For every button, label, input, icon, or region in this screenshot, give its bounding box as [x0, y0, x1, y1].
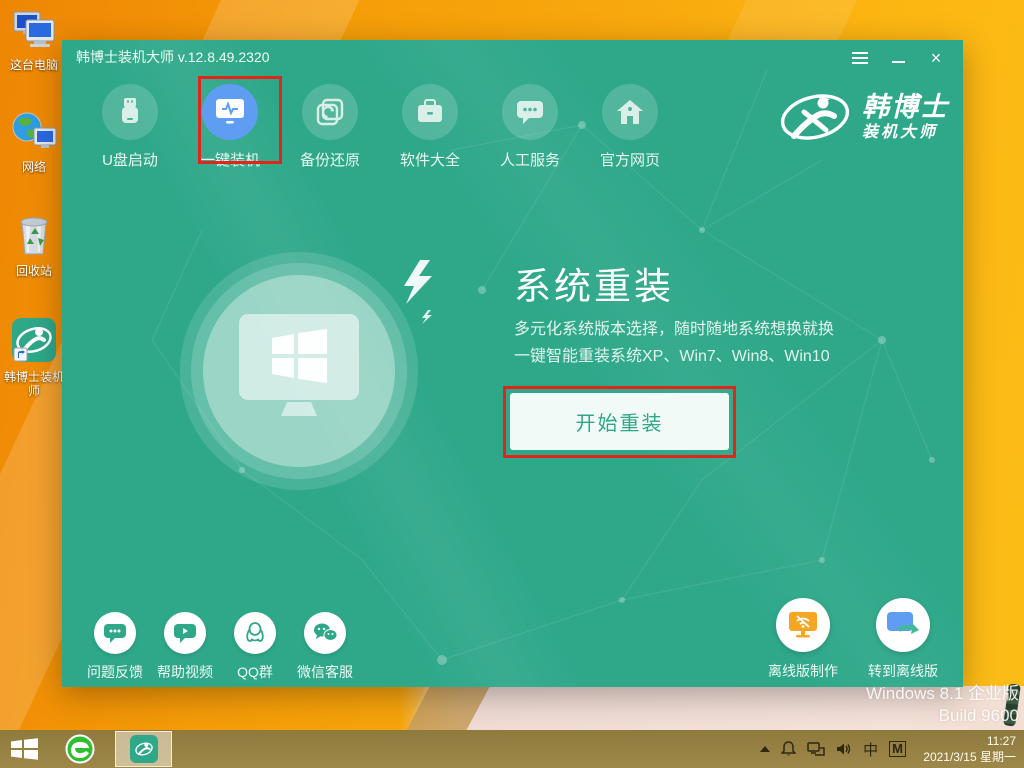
qq-penguin-icon [234, 612, 276, 654]
watermark-line1: Windows 8.1 企业版 [866, 683, 1019, 705]
ime-language-indicator[interactable]: 中 [863, 739, 878, 760]
start-button[interactable] [10, 737, 40, 761]
footer-label: 问题反馈 [80, 662, 150, 682]
volume-icon[interactable] [836, 742, 852, 756]
nav-label: U盘启动 [80, 149, 180, 170]
windows-monitor-icon [239, 314, 359, 426]
wechat-icon [304, 612, 346, 654]
briefcase-icon [402, 84, 458, 140]
desktop-icon-network[interactable]: 网络 [2, 110, 66, 174]
ime-mode-indicator[interactable]: M [889, 741, 906, 757]
video-bubble-icon [164, 612, 206, 654]
nav-item-one-click-install[interactable]: 一键装机 [180, 84, 280, 170]
hero-description: 多元化系统版本选择，随时随地系统想换就换 一键智能重装系统XP、Win7、Win… [514, 316, 834, 370]
network-icon [10, 141, 58, 158]
desktop-icon-label: 网络 [2, 160, 66, 174]
recycle-bin-icon [10, 245, 58, 262]
nav-label: 备份还原 [280, 149, 380, 170]
taskbar-app-hanboshi[interactable] [115, 731, 172, 767]
hero-description-line2: 一键智能重装系统XP、Win7、Win8、Win10 [514, 343, 834, 370]
minimize-icon[interactable] [887, 48, 909, 68]
network-tray-icon[interactable] [807, 742, 825, 757]
nav-label: 一键装机 [180, 149, 280, 170]
offline-make-item[interactable]: 离线版制作 [753, 598, 853, 681]
offline-monitor-icon [776, 598, 830, 652]
desktop-icon-this-pc[interactable]: 这台电脑 [2, 8, 66, 72]
nav-item-usb-boot[interactable]: U盘启动 [80, 84, 180, 170]
brand-name: 韩博士 [862, 94, 949, 121]
notification-bell-icon[interactable] [781, 741, 796, 757]
chat-bubble-icon [502, 84, 558, 140]
tray-expand-icon[interactable] [760, 746, 770, 752]
usb-icon [102, 84, 158, 140]
nav-label: 软件大全 [380, 149, 480, 170]
browser-icon[interactable] [64, 734, 96, 764]
hero-description-line1: 多元化系统版本选择，随时随地系统想换就换 [514, 316, 834, 343]
brand-logo-icon [778, 88, 852, 146]
hero-graphic [180, 252, 418, 490]
taskbar-clock[interactable]: 11:27 2021/3/15 星期一 [923, 733, 1016, 765]
nav-item-human-service[interactable]: 人工服务 [480, 84, 580, 170]
nav-item-software-collection[interactable]: 软件大全 [380, 84, 480, 170]
footer-links: 问题反馈 帮助视频 [80, 612, 360, 682]
hanboshi-app-icon [130, 735, 158, 763]
nav-label: 官方网页 [580, 149, 680, 170]
footer-label: QQ群 [220, 662, 290, 682]
clock-date: 2021/3/15 星期一 [923, 749, 1016, 765]
desktop-icon-recycle-bin[interactable]: 回收站 [2, 212, 66, 278]
this-pc-icon [10, 39, 58, 56]
nav-item-backup-restore[interactable]: 备份还原 [280, 84, 380, 170]
windows-watermark: Windows 8.1 企业版 Build 9600 [866, 683, 1019, 727]
brand-subtitle: 装机大师 [862, 125, 949, 141]
footer-item-feedback[interactable]: 问题反馈 [80, 612, 150, 682]
footer-item-qq-group[interactable]: QQ群 [220, 612, 290, 682]
watermark-line2: Build 9600 [866, 705, 1019, 727]
offline-make-label: 离线版制作 [753, 661, 853, 681]
menu-icon[interactable] [849, 48, 871, 68]
clock-time: 11:27 [923, 733, 1016, 749]
window-title: 韩博士装机大师 v.12.8.49.2320 [76, 47, 269, 67]
desktop-icon-label: 这台电脑 [2, 58, 66, 72]
monitor-pulse-icon [202, 84, 258, 140]
taskbar: 中 M 11:27 2021/3/15 星期一 [0, 730, 1024, 768]
home-icon [602, 84, 658, 140]
desktop-icon-hanboshi[interactable]: 韩博士装机师 [2, 316, 66, 398]
offline-switch-icon [876, 598, 930, 652]
lightning-icon [398, 260, 440, 324]
footer-item-wechat-service[interactable]: 微信客服 [290, 612, 360, 682]
hanboshi-shortcut-icon [10, 351, 58, 368]
system-tray: 中 M [760, 730, 906, 768]
desktop-icon-label: 韩博士装机师 [3, 370, 65, 398]
app-window: 韩博士装机大师 v.12.8.49.2320 × U盘启动 [62, 40, 963, 687]
nav-item-official-website[interactable]: 官方网页 [580, 84, 680, 170]
start-reinstall-button[interactable]: 开始重装 [510, 393, 729, 450]
hero-title: 系统重装 [514, 256, 674, 310]
top-nav: U盘启动 一键装机 [80, 84, 680, 170]
brand-logo: 韩博士 装机大师 [778, 88, 949, 146]
feedback-bubble-icon [94, 612, 136, 654]
desktop-icon-label: 回收站 [2, 264, 66, 278]
footer-label: 微信客服 [290, 662, 360, 682]
backup-restore-icon [302, 84, 358, 140]
desktop: 这台电脑 网络 [0, 0, 1024, 768]
offline-switch-item[interactable]: 转到离线版 [853, 598, 953, 681]
footer-item-help-video[interactable]: 帮助视频 [150, 612, 220, 682]
offline-switch-label: 转到离线版 [853, 661, 953, 681]
nav-label: 人工服务 [480, 149, 580, 170]
close-icon[interactable]: × [925, 48, 947, 68]
offline-actions: 离线版制作 转到离线版 [753, 598, 953, 681]
footer-label: 帮助视频 [150, 662, 220, 682]
